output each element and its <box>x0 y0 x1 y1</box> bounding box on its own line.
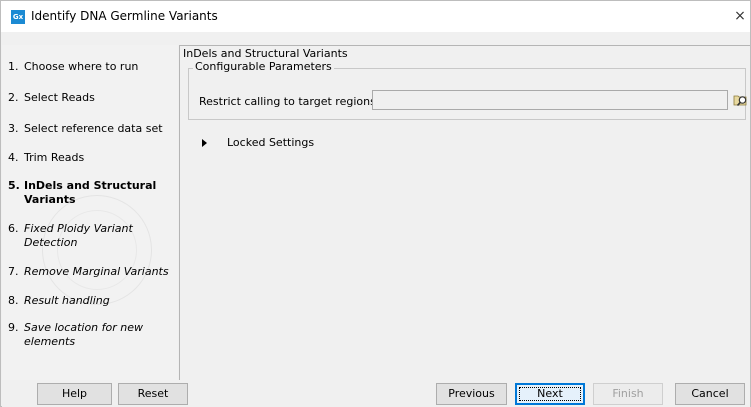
step-label: Save location for new elements <box>24 321 143 348</box>
step-number: 2. <box>8 91 19 104</box>
window-title: Identify DNA Germline Variants <box>31 9 218 23</box>
step-fixed-ploidy-variant-detection: 6. Fixed Ploidy Variant Detection <box>8 222 158 250</box>
step-label: Choose where to run <box>24 60 139 73</box>
wizard-dialog: Gx Identify DNA Germline Variants × 1. C… <box>0 0 751 407</box>
step-label: Trim Reads <box>24 151 85 164</box>
step-label: Select Reads <box>24 91 95 104</box>
app-logo-icon: Gx <box>11 10 25 24</box>
step-indels-structural-variants: 5. InDels and Structural Variants <box>8 179 168 207</box>
title-bar[interactable]: Gx Identify DNA Germline Variants × <box>1 1 750 32</box>
step-label: Select reference data set <box>24 122 163 135</box>
step-content-panel: InDels and Structural Variants Configura… <box>179 45 750 380</box>
step-choose-where-to-run: 1. Choose where to run <box>8 60 176 74</box>
finish-button[interactable]: Finish <box>593 383 663 405</box>
step-save-location: 9. Save location for new elements <box>8 321 158 349</box>
cancel-button[interactable]: Cancel <box>675 383 745 405</box>
step-number: 9. <box>8 321 19 334</box>
folder-search-icon[interactable] <box>732 91 750 109</box>
step-label: InDels and Structural Variants <box>24 179 157 206</box>
locked-settings-label: Locked Settings <box>227 136 315 149</box>
step-label: Remove Marginal Variants <box>24 265 169 278</box>
step-select-reads: 2. Select Reads <box>8 91 176 105</box>
focus-ring <box>519 387 581 401</box>
step-number: 1. <box>8 60 19 73</box>
step-label: Result handling <box>24 294 110 307</box>
wizard-step-list: 1. Choose where to run 2. Select Reads 3… <box>2 45 178 380</box>
locked-settings-toggle[interactable]: Locked Settings <box>202 136 314 149</box>
step-label: Fixed Ploidy Variant Detection <box>24 222 133 249</box>
step-number: 4. <box>8 151 19 164</box>
step-trim-reads: 4. Trim Reads <box>8 151 176 165</box>
panel-title: InDels and Structural Variants <box>183 47 348 60</box>
step-remove-marginal-variants: 7. Remove Marginal Variants <box>8 265 176 279</box>
button-bar: Help Reset Previous Next Finish Cancel <box>2 381 750 407</box>
step-number: 7. <box>8 265 19 278</box>
group-title: Configurable Parameters <box>193 60 334 73</box>
help-button[interactable]: Help <box>37 383 112 405</box>
previous-button[interactable]: Previous <box>436 383 507 405</box>
target-regions-field[interactable] <box>372 90 728 110</box>
step-select-reference-data-set: 3. Select reference data set <box>8 122 176 136</box>
expand-arrow-icon <box>202 138 207 147</box>
reset-button[interactable]: Reset <box>118 383 188 405</box>
step-number: 3. <box>8 122 19 135</box>
next-button[interactable]: Next <box>515 383 585 405</box>
step-number: 5. <box>8 179 20 192</box>
configurable-parameters-group: Configurable Parameters Restrict calling… <box>188 60 747 120</box>
target-regions-label: Restrict calling to target regions <box>199 95 376 108</box>
step-result-handling: 8. Result handling <box>8 294 176 308</box>
close-button[interactable]: × <box>730 1 750 32</box>
step-number: 6. <box>8 222 19 235</box>
step-number: 8. <box>8 294 19 307</box>
